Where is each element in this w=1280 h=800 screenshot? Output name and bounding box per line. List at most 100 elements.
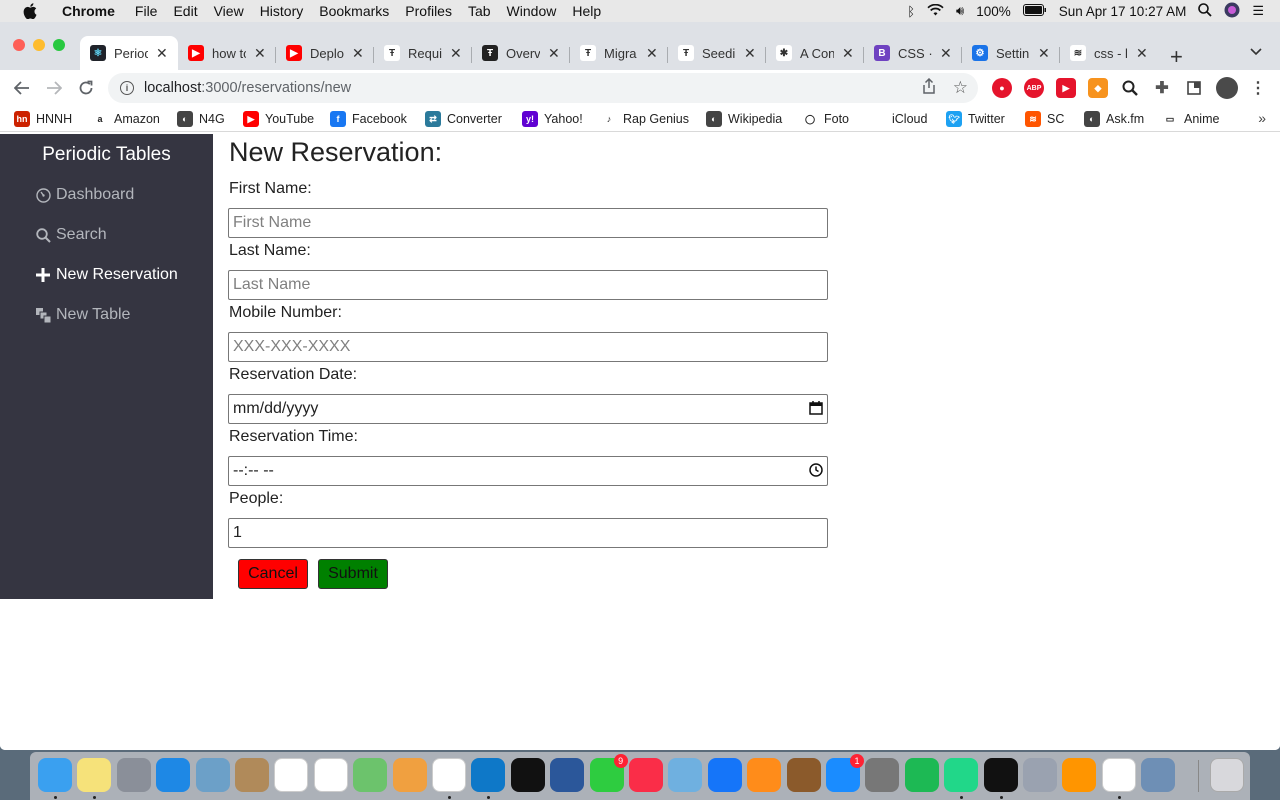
image-capture-icon[interactable] [1141, 758, 1176, 792]
browser-tab[interactable]: Ŧ Migra ✕ [570, 36, 668, 70]
sidebar-item-dashboard[interactable]: Dashboard [34, 186, 134, 204]
bookmark-item[interactable]: ♪ Rap Genius [601, 111, 689, 127]
menu-window[interactable]: Window [499, 3, 565, 19]
terminal-icon[interactable] [983, 758, 1018, 792]
books-icon[interactable] [747, 758, 782, 792]
bookmark-item[interactable]: ◯ Foto [802, 111, 849, 127]
menu-edit[interactable]: Edit [165, 3, 205, 19]
adblock-plus-extension-icon[interactable]: ABP [1024, 78, 1044, 98]
share-icon[interactable] [922, 77, 936, 98]
menu-help[interactable]: Help [564, 3, 609, 19]
video-speed-extension-icon[interactable]: ▶ [1056, 78, 1076, 98]
trash-icon[interactable] [1210, 758, 1244, 792]
bookmark-item[interactable]: ≋ SC [1025, 111, 1064, 127]
address-bar[interactable]: i localhost:3000/reservations/new ☆ [108, 73, 978, 103]
reading-list-icon[interactable] [1184, 78, 1204, 98]
sidebar-item-new-reservation[interactable]: New Reservation [34, 266, 178, 284]
bookmark-item[interactable]: 🐦︎ Twitter [946, 111, 1005, 127]
calendar-icon[interactable] [274, 758, 309, 792]
bookmark-item[interactable]: ▶ YouTube [243, 111, 314, 127]
system-preferences-icon[interactable] [865, 758, 900, 792]
menu-tab[interactable]: Tab [460, 3, 499, 19]
virtualbox-icon[interactable] [668, 758, 703, 792]
browser-tab[interactable]: ≋ css - l ✕ [1060, 36, 1158, 70]
extensions-puzzle-icon[interactable]: ✚ [1152, 78, 1172, 98]
safari-icon[interactable] [156, 758, 191, 792]
profile-avatar[interactable] [1216, 77, 1238, 99]
zoom-extension-icon[interactable] [1120, 78, 1140, 98]
tab-close-icon[interactable]: ✕ [450, 45, 462, 62]
browser-tab[interactable]: ⚙ Settin ✕ [962, 36, 1060, 70]
people-input[interactable] [228, 518, 828, 548]
bookmark-item[interactable]: ◐ N4G [177, 111, 225, 127]
tab-close-icon[interactable]: ✕ [1038, 45, 1050, 62]
sidebar-item-search[interactable]: Search [34, 226, 107, 244]
fullscreen-window-button[interactable] [53, 39, 65, 51]
submit-button[interactable]: Submit [318, 559, 388, 589]
menu-app-name[interactable]: Chrome [54, 3, 123, 19]
bookmark-item[interactable]: ◐ Wikipedia [706, 111, 782, 127]
tab-close-icon[interactable]: ✕ [548, 45, 560, 62]
xcode-icon[interactable] [707, 758, 742, 792]
battery-icon[interactable] [1022, 3, 1047, 19]
browser-tab[interactable]: ▶ how to ✕ [178, 36, 276, 70]
menu-view[interactable]: View [206, 3, 252, 19]
tab-close-icon[interactable]: ✕ [940, 45, 952, 62]
bluetooth-icon[interactable]: ᛒ [907, 4, 915, 19]
browser-tab[interactable]: ✱ A Con ✕ [766, 36, 864, 70]
volume-icon[interactable]: 🔊︎ [956, 3, 964, 19]
bookmark-item[interactable]: hn HNNH [14, 111, 72, 127]
bookmark-item[interactable]: y! Yahoo! [522, 111, 583, 127]
browser-tab[interactable]: Ŧ Requi ✕ [374, 36, 472, 70]
chrome-icon[interactable] [432, 758, 466, 792]
cancel-button[interactable]: Cancel [238, 559, 308, 589]
reminders-icon[interactable] [313, 758, 348, 792]
sidebar-item-new-table[interactable]: New Table [34, 306, 130, 324]
browser-tab[interactable]: ⚛ Periodic Tables ✕ [80, 36, 178, 70]
apple-icon[interactable] [20, 3, 40, 19]
sidebar-brand[interactable]: Periodic Tables [0, 144, 213, 166]
pycharm-icon[interactable] [944, 758, 979, 792]
menu-bookmarks[interactable]: Bookmarks [311, 3, 397, 19]
bookmark-item[interactable]: a Amazon [92, 111, 160, 127]
menu-history[interactable]: History [252, 3, 312, 19]
url-text[interactable]: localhost:3000/reservations/new [144, 80, 351, 96]
siri-icon[interactable] [1224, 2, 1240, 21]
forward-arrow-icon[interactable] [42, 76, 66, 100]
clock-icon[interactable] [809, 463, 823, 480]
new-tab-button[interactable]: + [1170, 46, 1183, 68]
menu-file[interactable]: File [127, 3, 166, 19]
browser-tab[interactable]: B CSS · ✕ [864, 36, 962, 70]
launchpad-icon[interactable] [116, 758, 151, 792]
reservation-time-input[interactable]: --:-- -- [228, 456, 828, 486]
tab-close-icon[interactable]: ✕ [254, 45, 266, 62]
control-center-icon[interactable]: ☰ [1252, 3, 1264, 19]
bookmark-star-icon[interactable]: ☆ [953, 78, 968, 98]
browser-tab[interactable]: ▶ Deploy ✕ [276, 36, 374, 70]
music-icon[interactable] [629, 758, 663, 792]
wifi-icon[interactable] [927, 3, 944, 19]
bookmark-item[interactable]: ⇄ Converter [425, 111, 502, 127]
vscode-icon[interactable] [471, 758, 506, 792]
bookmark-item[interactable]: ▭ Anime [1162, 111, 1219, 127]
tab-search-chevron-icon[interactable] [1250, 44, 1262, 59]
brave-shield-extension-icon[interactable]: ◆ [1088, 78, 1108, 98]
close-window-button[interactable] [13, 39, 25, 51]
tab-close-icon[interactable]: ✕ [744, 45, 756, 62]
ublock-extension-icon[interactable]: ● [992, 78, 1012, 98]
tab-close-icon[interactable]: ✕ [156, 45, 168, 62]
mobile-number-input[interactable] [228, 332, 828, 362]
bookmarks-overflow-icon[interactable]: » [1258, 110, 1266, 126]
minimize-window-button[interactable] [33, 39, 45, 51]
browser-tab[interactable]: Ŧ Seedi ✕ [668, 36, 766, 70]
reservation-date-input[interactable]: mm/dd/yyyy [228, 394, 828, 424]
preview-icon[interactable] [195, 758, 230, 792]
maps-icon[interactable] [353, 758, 388, 792]
spotlight-search-icon[interactable] [1198, 2, 1212, 20]
menubar-clock[interactable]: Sun Apr 17 10:27 AM [1059, 4, 1187, 19]
bookmark-item[interactable]: ◐ Ask.fm [1084, 111, 1144, 127]
tab-close-icon[interactable]: ✕ [842, 45, 854, 62]
word-icon[interactable] [550, 758, 585, 792]
tab-close-icon[interactable]: ✕ [352, 45, 364, 62]
site-info-icon[interactable]: i [120, 81, 134, 95]
